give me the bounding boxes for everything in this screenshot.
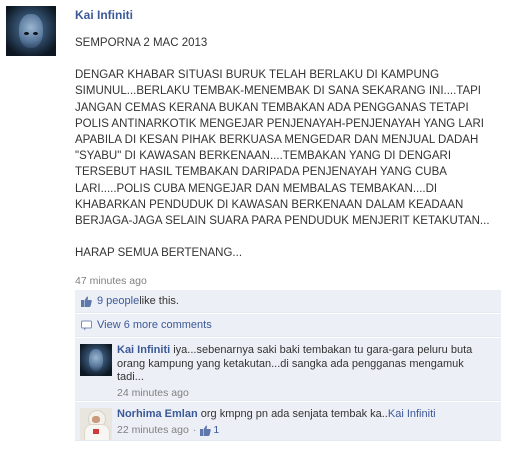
post-author-link[interactable]: Kai Infiniti — [75, 8, 133, 22]
avatar-eye — [33, 32, 38, 35]
post-text-line: POLIS ANTINARKOTIK MENGEJAR PENJENAYAH-P… — [75, 117, 484, 130]
comment-bubble-icon — [81, 320, 92, 331]
post-text-line: BERJAGA-JAGA SELAIN SUARA PARA PENDUDUK … — [75, 215, 490, 228]
commenter-avatar[interactable] — [80, 344, 112, 376]
author-avatar[interactable] — [6, 6, 56, 56]
comment-timestamp[interactable]: 22 minutes ago — [117, 424, 189, 438]
likes-people-link[interactable]: 9 people — [97, 295, 139, 307]
comment-timestamp[interactable]: 24 minutes ago — [117, 387, 189, 401]
avatar-face — [19, 14, 43, 48]
post-text-line: APABILA DI KESAN PIHAK BERKUASA MENGEDAR… — [75, 134, 479, 147]
commenter-avatar[interactable] — [80, 408, 112, 440]
feedback-panel: 9 people like this. View 6 more comments… — [75, 290, 501, 441]
post-body: SEMPORNA 2 MAC 2013 DENGAR KHABAR SITUAS… — [75, 35, 505, 261]
meta-separator: · — [192, 423, 197, 436]
likes-row: 9 people like this. — [75, 290, 501, 313]
comment-like-count[interactable]: 1 — [213, 424, 219, 438]
post-text-line: TERSEBUT HASIL TEMBAKAN DARIPADA PENJENA… — [75, 166, 447, 179]
post-text-line: LARI.....POLIS CUBA MENGEJAR DAN MEMBALA… — [75, 182, 438, 195]
post-text-line: "SYABU" DI KAWASAN BERKENAAN....TEMBAKAN… — [75, 150, 452, 163]
post-text-line: SIMUNUL...BERLAKU TEMBAK-MENEMBAK DI SAN… — [75, 85, 481, 98]
post-text: DENGAR KHABAR SITUASI BURUK TELAH BERLAK… — [75, 67, 505, 229]
avatar-detail — [93, 429, 99, 434]
avatar-face — [92, 416, 100, 423]
view-more-comments-link[interactable]: View 6 more comments — [97, 319, 212, 331]
thumbs-up-icon — [81, 296, 92, 307]
post-closing: HARAP SEMUA BERTENANG... — [75, 247, 243, 260]
comment-meta: 24 minutes ago — [117, 387, 493, 401]
commenter-name-link[interactable]: Norhima Emlan — [117, 408, 198, 420]
post-text-line: JANGAN CEMAS KERANA BUKAN TEMBAKAN ADA P… — [75, 101, 469, 114]
post-timestamp[interactable]: 47 minutes ago — [75, 275, 147, 287]
post-text-line: DENGAR KHABAR SITUASI BURUK TELAH BERLAK… — [75, 69, 440, 82]
comment-body: Norhima Emlan org kmpng pn ada senjata t… — [117, 408, 493, 437]
post-text-line: KHABARKAN PENDUDUK DI KAWASAN BERKENAAN … — [75, 198, 464, 211]
comment-item: Norhima Emlan org kmpng pn ada senjata t… — [75, 402, 501, 441]
avatar-eye — [24, 32, 29, 35]
comment-text: iya...sebenarnya saki baki tembakan tu g… — [117, 344, 473, 383]
comment-meta: 22 minutes ago · 1 — [117, 424, 493, 438]
mention-link[interactable]: Kai Infiniti — [388, 408, 436, 420]
comment-text: org kmpng pn ada senjata tembak ka.. — [200, 408, 388, 420]
post-title: SEMPORNA 2 MAC 2013 — [75, 37, 208, 49]
comment-body: Kai Infiniti iya...sebenarnya saki baki … — [117, 344, 493, 400]
thumbs-up-icon[interactable] — [200, 425, 212, 436]
view-more-comments[interactable]: View 6 more comments — [75, 314, 501, 337]
likes-suffix: like this. — [139, 295, 179, 307]
avatar-face — [89, 349, 103, 371]
comment-item: Kai Infiniti iya...sebenarnya saki baki … — [75, 338, 501, 401]
commenter-name-link[interactable]: Kai Infiniti — [117, 344, 170, 356]
